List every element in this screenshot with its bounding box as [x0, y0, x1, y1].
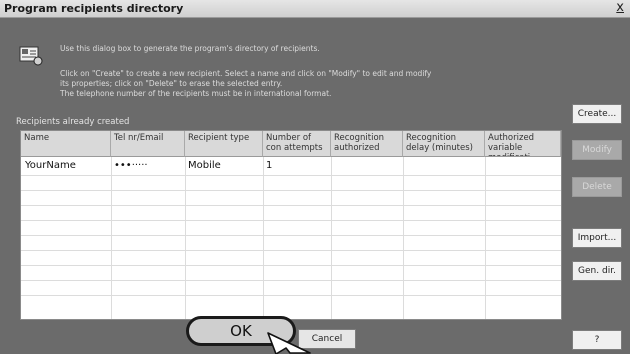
- mouse-pointer-icon: [267, 332, 311, 354]
- create-button[interactable]: Create...: [572, 104, 622, 124]
- title-bar: Program recipients directory x: [0, 0, 630, 18]
- row-divider: [21, 175, 561, 176]
- cell-recipient-type[interactable]: Mobile: [188, 160, 221, 171]
- intro-line-3: its properties; click on "Delete" to era…: [60, 79, 283, 88]
- row-divider: [21, 250, 561, 251]
- recipients-table[interactable]: Name Tel nr/Email Recipient type Number …: [20, 130, 562, 320]
- column-header-recognition-delay[interactable]: Recognition delay (minutes): [403, 131, 485, 157]
- row-divider: [21, 190, 561, 191]
- column-header-variable-modification[interactable]: Authorized variable modificati: [485, 131, 561, 157]
- delete-button[interactable]: Delete: [572, 177, 622, 197]
- cell-attempts[interactable]: 1: [266, 160, 272, 171]
- gen-dir-button[interactable]: Gen. dir.: [572, 261, 622, 281]
- directory-icon: [19, 46, 43, 66]
- import-button[interactable]: Import...: [572, 228, 622, 248]
- window-title: Program recipients directory: [4, 2, 184, 15]
- help-button[interactable]: ?: [572, 330, 622, 350]
- row-divider: [21, 265, 561, 266]
- row-divider: [21, 220, 561, 221]
- row-divider: [21, 235, 561, 236]
- column-header-recognition-authorized[interactable]: Recognition authorized: [331, 131, 403, 157]
- row-divider: [21, 280, 561, 281]
- intro-line-1: Use this dialog box to generate the prog…: [60, 44, 320, 53]
- intro-line-4: The telephone number of the recipients m…: [60, 89, 332, 98]
- column-header-recipient-type[interactable]: Recipient type: [185, 131, 263, 157]
- column-header-tel-email[interactable]: Tel nr/Email: [111, 131, 185, 157]
- recipients-section-label: Recipients already created: [16, 117, 130, 127]
- cell-name[interactable]: YourName: [25, 160, 76, 171]
- row-divider: [21, 205, 561, 206]
- modify-button[interactable]: Modify: [572, 140, 622, 160]
- intro-line-2: Click on "Create" to create a new recipi…: [60, 69, 432, 78]
- column-header-attempts[interactable]: Number of con attempts: [263, 131, 331, 157]
- close-button[interactable]: x: [616, 0, 624, 15]
- row-divider: [21, 295, 561, 296]
- cell-tel-email[interactable]: •••·····: [114, 160, 148, 171]
- column-header-name[interactable]: Name: [21, 131, 111, 157]
